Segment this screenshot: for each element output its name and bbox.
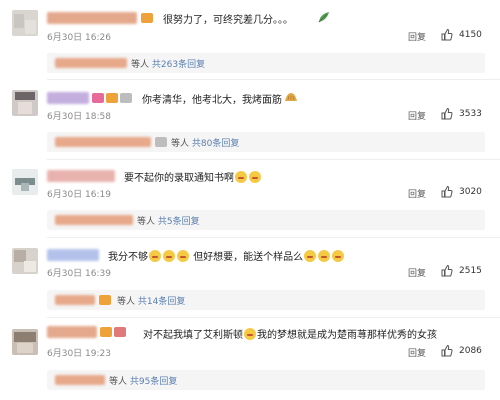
thumbs-up-icon[interactable] [440,107,454,121]
user-badge-icon [106,93,118,103]
crying-face-icon [149,250,161,262]
replies-suffix: 等人 [171,139,190,149]
replies-preview[interactable]: 等人 共14条回复 [47,290,485,310]
pleading-face-icon [318,250,331,262]
reply-button[interactable]: 回复 [408,30,426,43]
comment-text: 对不起我填了艾利斯顿 我的梦想就是成为楚雨荨那样优秀的女孩 [143,328,437,341]
comment-text: 你考清华，他考北大，我烤面筋 [142,95,282,106]
replies-preview[interactable]: 等人 共80条回复 [47,132,485,152]
level-badge-icon [114,327,126,337]
crying-face-icon [177,250,189,262]
view-replies-link[interactable]: 共5条回复 [158,217,200,227]
reply-button[interactable]: 回复 [408,187,426,200]
view-replies-link[interactable]: 共80条回复 [192,139,239,149]
pleading-face-icon [332,250,345,262]
reply-username-blurred [55,137,151,147]
replies-suffix: 等人 [137,217,156,227]
comment-item: 我分不够 但好想要，能送个样品么 6月30日 16:39 回复 2515 等人 … [0,238,500,318]
leaf-emoji-icon [318,12,329,23]
username-blurred[interactable] [47,326,97,338]
heart-badge-icon [92,93,104,103]
username-blurred[interactable] [47,92,89,104]
username-blurred[interactable] [47,249,99,261]
reply-button[interactable]: 回复 [408,346,426,359]
reply-username-blurred [55,375,105,385]
rank-badge-icon [120,93,132,103]
avatar[interactable] [12,90,38,116]
user-badge-icon [99,295,111,305]
comment-item: 要不起你的录取通知书啊 6月30日 16:19 回复 3020 等人 共5条回复 [0,160,500,238]
bread-emoji-icon [285,93,297,101]
username-blurred[interactable] [47,12,137,24]
replies-preview[interactable]: 等人 共263条回复 [47,53,485,73]
like-count: 4150 [459,30,482,40]
avatar[interactable] [12,248,38,274]
reply-username-blurred [55,215,133,225]
replies-suffix: 等人 [131,60,150,70]
comment-item: 很努力了，可终究差几分。。。 6月30日 16:26 回复 4150 等人 共2… [0,0,500,80]
pleading-face-icon [244,328,256,340]
like-count: 3020 [459,187,482,197]
like-count: 2086 [459,346,482,356]
thumbs-up-icon[interactable] [440,264,454,278]
comment-item: 对不起我填了艾利斯顿 我的梦想就是成为楚雨荨那样优秀的女孩 6月30日 19:23… [0,318,500,400]
user-badge-icon [141,13,153,23]
replies-suffix: 等人 [109,377,128,387]
thumbs-up-icon[interactable] [440,28,454,42]
view-replies-link[interactable]: 共14条回复 [138,297,185,307]
pleading-face-icon [304,250,317,262]
view-replies-link[interactable]: 共263条回复 [152,60,205,70]
reply-username-blurred [55,58,127,68]
comment-date: 6月30日 16:39 [47,269,111,279]
replies-preview[interactable]: 等人 共5条回复 [47,210,485,230]
replies-suffix: 等人 [117,297,136,307]
avatar[interactable] [12,10,38,36]
comment-date: 6月30日 16:26 [47,33,111,43]
comment-text: 很努力了，可终究差几分。。。 [163,15,293,26]
comment-item: 你考清华，他考北大，我烤面筋 6月30日 18:58 回复 3533 等人 共8… [0,80,500,160]
user-badge-icon [100,327,112,337]
comment-text: 要不起你的录取通知书啊 [124,169,262,184]
avatar[interactable] [12,329,38,355]
replies-preview[interactable]: 等人 共95条回复 [47,370,485,390]
view-replies-link[interactable]: 共95条回复 [130,377,177,387]
reply-button[interactable]: 回复 [408,266,426,279]
rank-badge-icon [155,137,167,147]
comment-date: 6月30日 19:23 [47,349,111,359]
grinning-face-icon [249,171,261,183]
comment-date: 6月30日 16:19 [47,190,111,200]
like-count: 3533 [459,109,482,119]
comment-text: 我分不够 但好想要，能送个样品么 [108,248,345,263]
grinning-face-icon [235,171,247,183]
comment-date: 6月30日 18:58 [47,112,111,122]
avatar[interactable] [12,169,38,195]
thumbs-up-icon[interactable] [440,344,454,358]
username-blurred[interactable] [47,170,115,182]
reply-username-blurred [55,295,95,305]
crying-face-icon [163,250,175,262]
like-count: 2515 [459,266,482,276]
reply-button[interactable]: 回复 [408,109,426,122]
thumbs-up-icon[interactable] [440,185,454,199]
